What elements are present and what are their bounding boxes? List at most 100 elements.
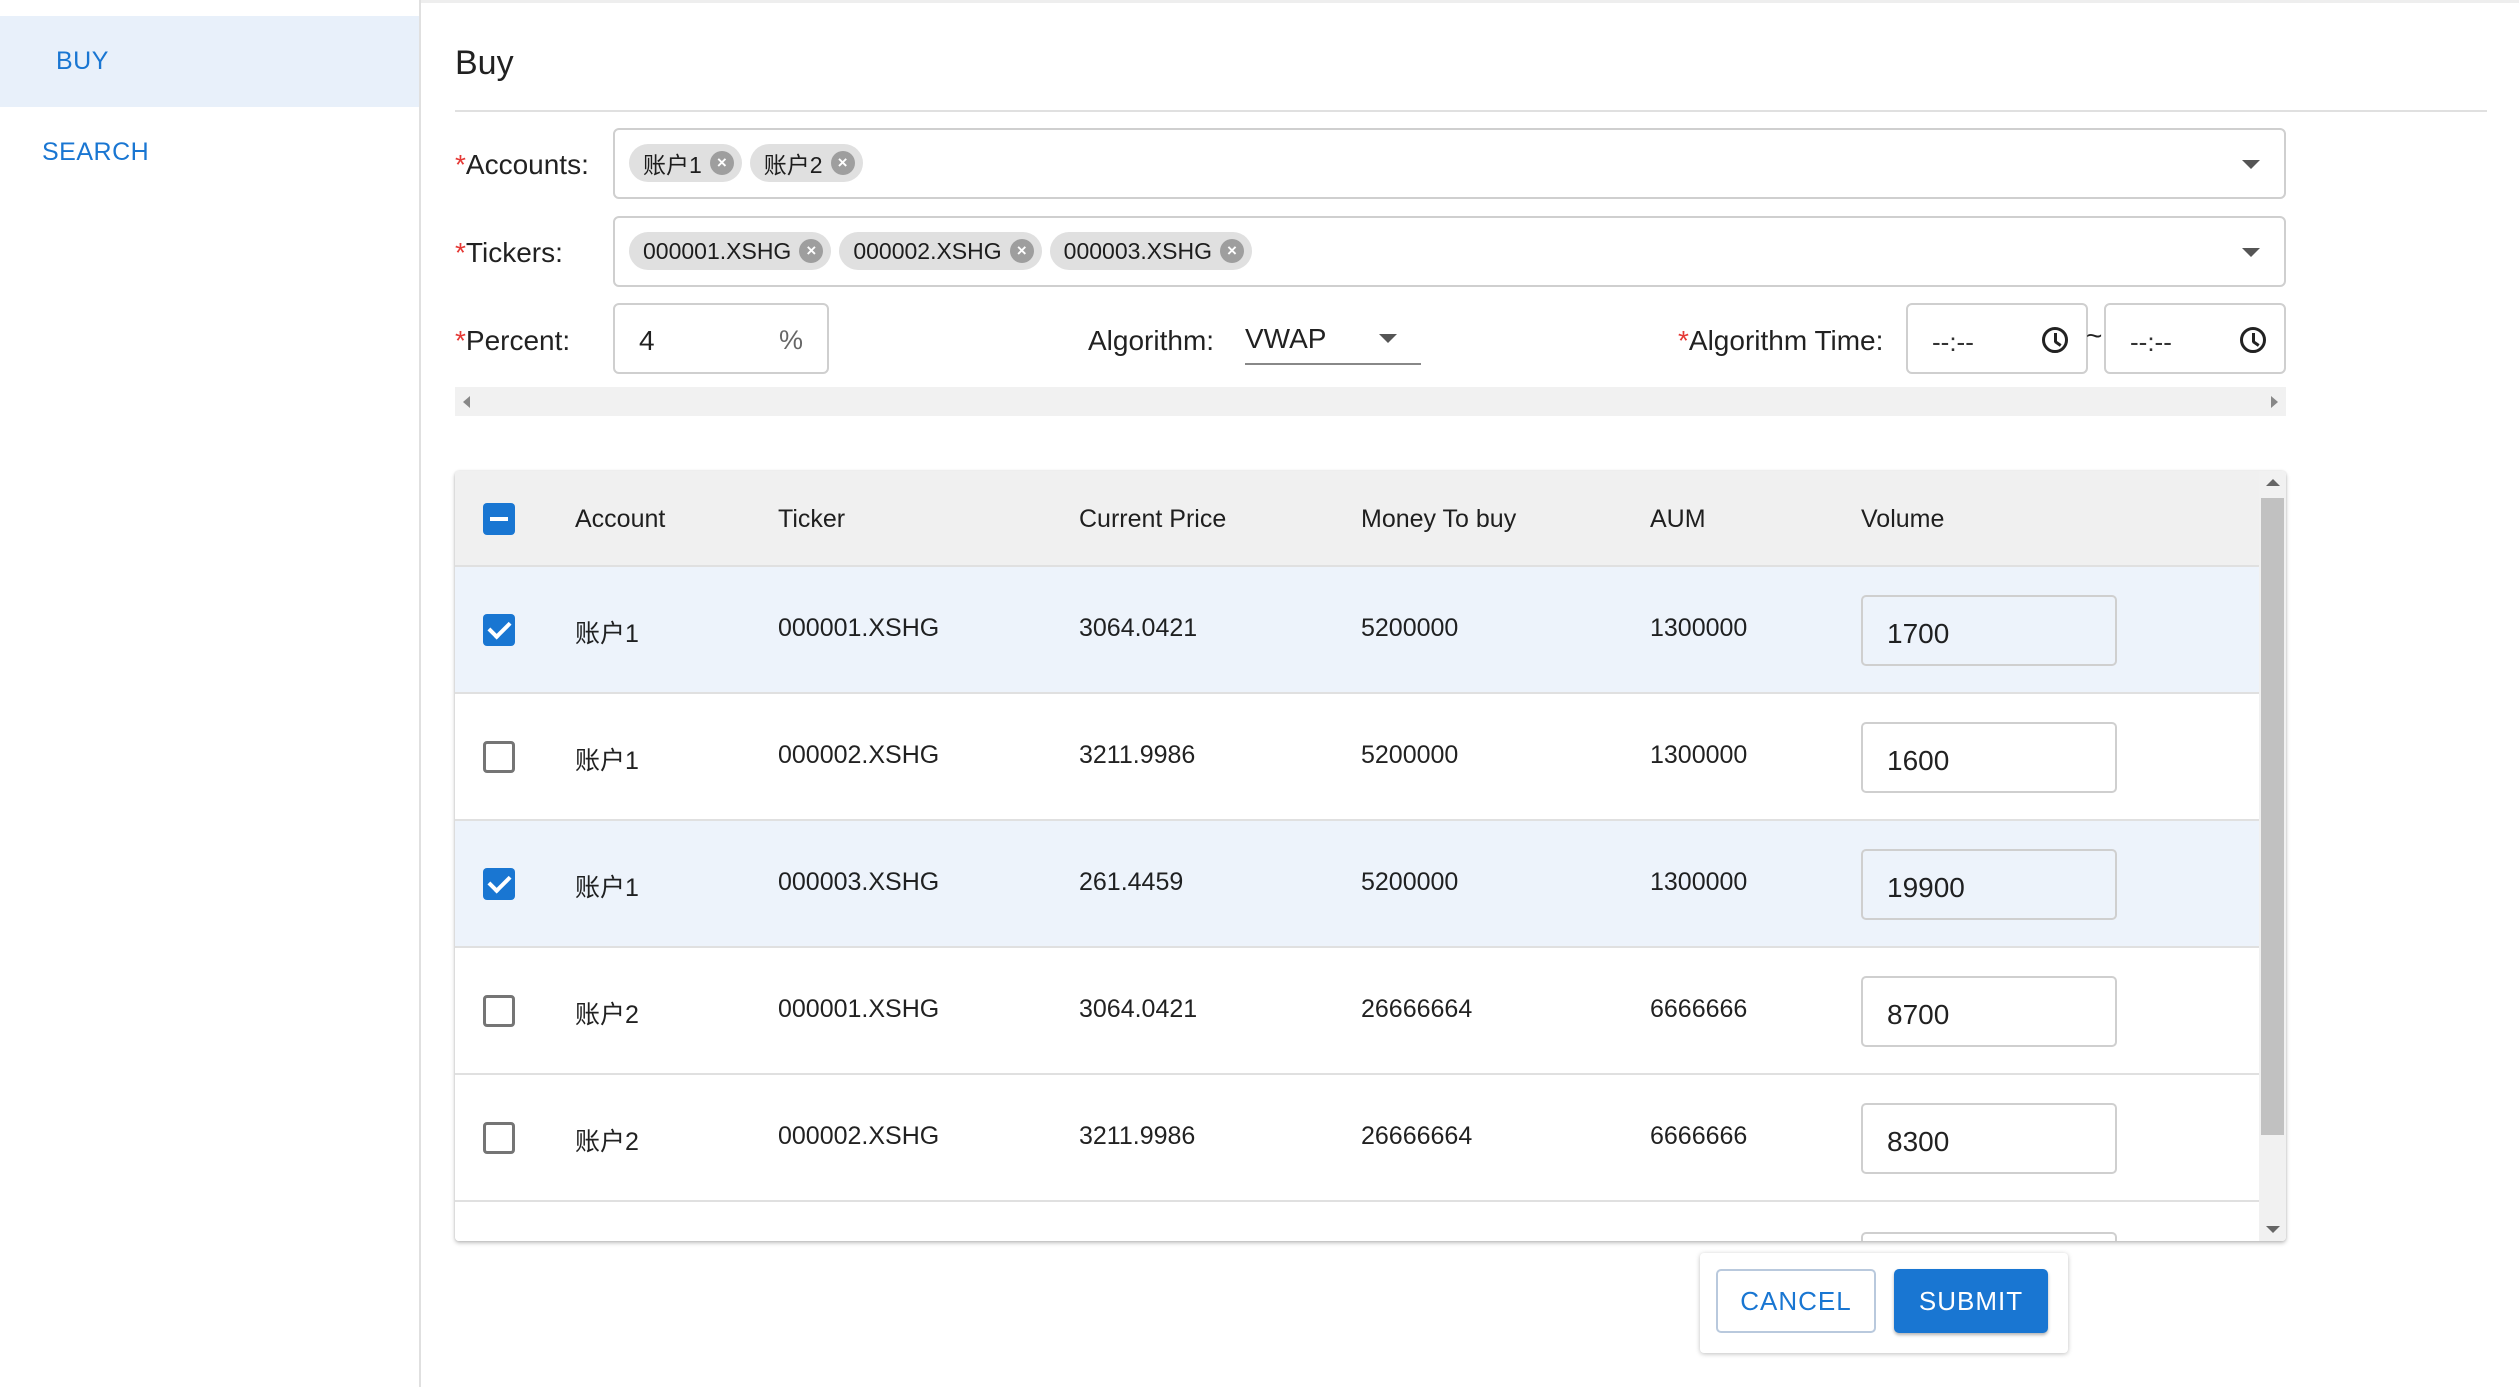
start-time-value: --:-- xyxy=(1932,327,1974,357)
start-time-input[interactable]: --:-- xyxy=(1906,303,2088,374)
row-checkbox[interactable] xyxy=(483,868,515,900)
table-row-partial[interactable] xyxy=(455,1202,2259,1241)
dropdown-arrow-icon xyxy=(1379,334,1397,343)
percent-input[interactable]: 4 % xyxy=(613,303,829,374)
volume-input[interactable]: 8700 xyxy=(1861,976,2117,1047)
cell-aum: 6666666 xyxy=(1650,995,1748,1023)
cell-account: 账户2 xyxy=(575,1128,639,1156)
row-checkbox[interactable] xyxy=(483,741,515,773)
algorithm-label: Algorithm: xyxy=(1088,325,1215,356)
cell-price: 3064.0421 xyxy=(1079,614,1198,642)
cell-price: 3064.0421 xyxy=(1079,995,1198,1023)
time-separator: ~ xyxy=(2086,320,2103,351)
table-row[interactable]: 账户1 000002.XSHG 3211.9986 5200000 130000… xyxy=(455,694,2259,821)
required-mark: * xyxy=(455,237,466,268)
title-divider xyxy=(455,110,2487,112)
cell-aum: 6666666 xyxy=(1650,1122,1748,1150)
cancel-button[interactable]: CANCEL xyxy=(1716,1269,1876,1333)
scroll-left-icon[interactable] xyxy=(463,396,470,408)
vertical-scrollbar[interactable] xyxy=(2259,471,2286,1241)
end-time-value: --:-- xyxy=(2130,327,2172,357)
chip-remove-icon[interactable]: × xyxy=(1219,239,1244,263)
row-checkbox[interactable] xyxy=(483,995,515,1027)
percent-value: 4 xyxy=(639,325,655,356)
horizontal-scrollbar[interactable] xyxy=(455,387,2286,416)
accounts-select[interactable]: 账户1 × 账户2 × xyxy=(613,128,2286,199)
clock-icon[interactable] xyxy=(2042,327,2068,353)
clock-icon[interactable] xyxy=(2240,327,2266,353)
action-bar: CANCEL SUBMIT xyxy=(1700,1253,2068,1353)
volume-value: 19900 xyxy=(1887,872,1965,903)
cell-price: 3211.9986 xyxy=(1079,741,1196,769)
account-chip: 账户1 × xyxy=(629,144,742,182)
volume-input[interactable] xyxy=(1861,1232,2117,1241)
sidebar-item-label: SEARCH xyxy=(42,138,150,166)
cell-money: 5200000 xyxy=(1361,868,1459,896)
table-header: Account Ticker Current Price Money To bu… xyxy=(455,471,2259,567)
table-row[interactable]: 账户2 000001.XSHG 3064.0421 26666664 66666… xyxy=(455,948,2259,1075)
volume-value: 8300 xyxy=(1887,1126,1950,1157)
tickers-label: *Tickers: xyxy=(455,237,563,268)
submit-button[interactable]: SUBMIT xyxy=(1894,1269,2048,1333)
column-header[interactable]: Ticker xyxy=(778,505,845,534)
cell-ticker: 000002.XSHG xyxy=(778,741,940,769)
column-header[interactable]: Money To buy xyxy=(1361,505,1516,534)
accounts-label: *Accounts: xyxy=(455,149,589,180)
account-chip: 账户2 × xyxy=(749,144,863,182)
chip-remove-icon[interactable]: × xyxy=(830,151,855,175)
cell-aum: 1300000 xyxy=(1650,614,1748,642)
algorithm-value: VWAP xyxy=(1245,323,1327,354)
scroll-down-icon[interactable] xyxy=(2266,1226,2280,1233)
cell-money: 5200000 xyxy=(1361,614,1459,642)
scroll-right-icon[interactable] xyxy=(2271,396,2278,408)
table-row[interactable]: 账户1 000003.XSHG 261.4459 5200000 1300000… xyxy=(455,821,2259,948)
sidebar: BUY SEARCH xyxy=(0,0,421,1387)
page-title: Buy xyxy=(455,44,514,82)
column-header[interactable]: Account xyxy=(575,505,665,534)
algorithm-select[interactable]: VWAP xyxy=(1245,315,1421,365)
volume-input[interactable]: 1700 xyxy=(1861,595,2117,666)
cell-account: 账户2 xyxy=(575,1001,639,1029)
end-time-input[interactable]: --:-- xyxy=(2104,303,2286,374)
row-checkbox[interactable] xyxy=(483,1122,515,1154)
cell-ticker: 000003.XSHG xyxy=(778,868,940,896)
volume-value: 1700 xyxy=(1887,618,1950,649)
cell-ticker: 000001.XSHG xyxy=(778,995,940,1023)
tickers-select[interactable]: 000001.XSHG × 000002.XSHG × 000003.XSHG × xyxy=(613,216,2286,287)
table-row[interactable]: 账户2 000002.XSHG 3211.9986 26666664 66666… xyxy=(455,1075,2259,1202)
volume-input[interactable]: 1600 xyxy=(1861,722,2117,793)
cell-account: 账户1 xyxy=(575,874,639,902)
dropdown-arrow-icon[interactable] xyxy=(2242,248,2260,257)
cell-price: 261.4459 xyxy=(1079,868,1184,896)
cell-aum: 1300000 xyxy=(1650,868,1748,896)
ticker-chip: 000002.XSHG × xyxy=(839,232,1042,270)
chip-remove-icon[interactable]: × xyxy=(1009,239,1034,263)
select-all-checkbox[interactable] xyxy=(483,503,515,535)
ticker-chip: 000001.XSHG × xyxy=(629,232,832,270)
cell-account: 账户1 xyxy=(575,747,639,775)
cell-money: 26666664 xyxy=(1361,995,1473,1023)
dropdown-arrow-icon[interactable] xyxy=(2242,160,2260,169)
scrollbar-thumb[interactable] xyxy=(2261,498,2284,1135)
table-row[interactable]: 账户1 000001.XSHG 3064.0421 5200000 130000… xyxy=(455,567,2259,694)
column-header[interactable]: Volume xyxy=(1861,505,1944,534)
scroll-up-icon[interactable] xyxy=(2266,479,2280,486)
cell-account: 账户1 xyxy=(575,620,639,648)
chip-remove-icon[interactable]: × xyxy=(799,239,824,263)
sidebar-item-search[interactable]: SEARCH xyxy=(0,107,419,198)
ticker-chip: 000003.XSHG × xyxy=(1049,232,1252,270)
orders-table: Account Ticker Current Price Money To bu… xyxy=(455,471,2286,1241)
column-header[interactable]: Current Price xyxy=(1079,505,1226,534)
algorithm-time-label: *Algorithm Time: xyxy=(1678,325,1884,356)
chip-remove-icon[interactable]: × xyxy=(709,151,734,175)
volume-input[interactable]: 8300 xyxy=(1861,1103,2117,1174)
volume-input[interactable]: 19900 xyxy=(1861,849,2117,920)
volume-value: 8700 xyxy=(1887,999,1950,1030)
column-header[interactable]: AUM xyxy=(1650,505,1706,534)
cell-money: 5200000 xyxy=(1361,741,1459,769)
percent-label: *Percent: xyxy=(455,325,571,356)
sidebar-item-buy[interactable]: BUY xyxy=(0,16,419,107)
cell-aum: 1300000 xyxy=(1650,741,1748,769)
row-checkbox[interactable] xyxy=(483,614,515,646)
cell-ticker: 000001.XSHG xyxy=(778,614,940,642)
